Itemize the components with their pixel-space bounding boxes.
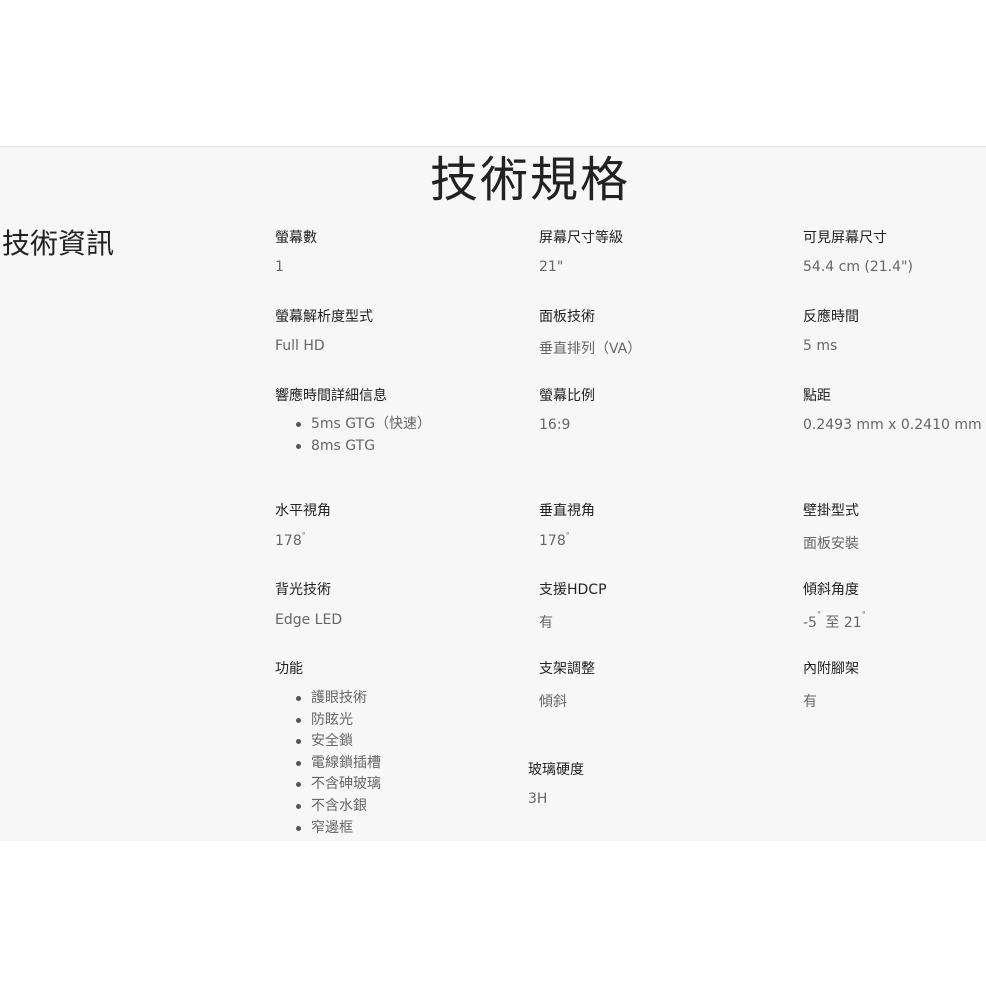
spec-label-h-view: 水平視角 xyxy=(275,503,331,519)
spec-label-response-time: 反應時間 xyxy=(803,309,859,325)
list-item: 護眼技術 xyxy=(275,688,381,710)
spec-label-glass-hardness: 玻璃硬度 xyxy=(528,762,584,778)
degree-unit: ° xyxy=(861,610,866,619)
spec-value-wall-mount: 面板安裝 xyxy=(803,536,859,552)
spec-panel xyxy=(0,146,986,841)
spec-value-glass-hardness: 3H xyxy=(528,791,548,807)
spec-value-dot-pitch: 0.2493 mm x 0.2410 mm xyxy=(803,417,982,433)
list-item: 防眩光 xyxy=(275,710,381,732)
spec-value-screens: 1 xyxy=(275,259,284,275)
spec-label-wall-mount: 壁掛型式 xyxy=(803,503,859,519)
list-item: 電線鎖插槽 xyxy=(275,753,381,775)
section-title: 技術資訊 xyxy=(2,227,115,260)
spec-value-stand-adjust: 傾斜 xyxy=(539,694,567,710)
spec-value-backlight: Edge LED xyxy=(275,612,343,628)
spec-label-dot-pitch: 點距 xyxy=(803,388,831,404)
spec-label-backlight: 背光技術 xyxy=(275,582,331,598)
tilt-max: 21 xyxy=(843,615,862,631)
spec-value-screen-size-class: 21" xyxy=(539,259,564,275)
spec-label-stand-included: 內附腳架 xyxy=(803,661,859,677)
response-detail-list: 5ms GTG（快速） 8ms GTG xyxy=(275,414,431,457)
list-item: 8ms GTG xyxy=(275,436,431,458)
tilt-separator: 至 xyxy=(825,615,840,631)
spec-label-response-detail: 響應時間詳細信息 xyxy=(275,388,387,404)
v-view-number: 178 xyxy=(539,533,566,549)
features-list: 護眼技術 防眩光 安全鎖 電線鎖插槽 不含砷玻璃 不含水銀 窄邊框 xyxy=(275,688,381,839)
spec-label-screens: 螢幕數 xyxy=(275,230,317,246)
list-item: 窄邊框 xyxy=(275,818,381,840)
spec-label-hdcp: 支援HDCP xyxy=(539,582,607,598)
list-item: 不含砷玻璃 xyxy=(275,774,381,796)
spec-label-features: 功能 xyxy=(275,661,303,677)
spec-value-resolution: Full HD xyxy=(275,338,325,354)
degree-unit: ° xyxy=(816,610,821,619)
spec-label-visible-size: 可見屏幕尺寸 xyxy=(803,230,887,246)
degree-unit: ° xyxy=(301,531,306,540)
list-item: 安全鎖 xyxy=(275,731,381,753)
degree-unit: ° xyxy=(565,531,570,540)
page-title: 技術規格 xyxy=(429,152,630,208)
spec-label-resolution: 螢幕解析度型式 xyxy=(275,309,373,325)
tilt-min: -5 xyxy=(803,615,817,631)
spec-value-tilt: -5° 至 21° xyxy=(803,610,866,632)
spec-value-visible-size: 54.4 cm (21.4") xyxy=(803,259,913,275)
list-item: 5ms GTG（快速） xyxy=(275,414,431,436)
spec-label-panel-tech: 面板技術 xyxy=(539,309,595,325)
spec-value-v-view: 178° xyxy=(539,531,570,549)
spec-label-screen-size-class: 屏幕尺寸等級 xyxy=(539,230,623,246)
spec-value-response-time: 5 ms xyxy=(803,338,838,354)
spec-value-panel-tech: 垂直排列（VA） xyxy=(539,341,642,357)
spec-label-aspect-ratio: 螢幕比例 xyxy=(539,388,595,404)
spec-label-tilt: 傾斜角度 xyxy=(803,582,859,598)
list-item: 不含水銀 xyxy=(275,796,381,818)
spec-value-hdcp: 有 xyxy=(539,615,553,631)
spec-value-h-view: 178° xyxy=(275,531,306,549)
h-view-number: 178 xyxy=(275,533,302,549)
spec-label-v-view: 垂直視角 xyxy=(539,503,595,519)
spec-value-aspect-ratio: 16:9 xyxy=(539,417,571,433)
spec-label-stand-adjust: 支架調整 xyxy=(539,661,595,677)
spec-value-stand-included: 有 xyxy=(803,694,817,710)
